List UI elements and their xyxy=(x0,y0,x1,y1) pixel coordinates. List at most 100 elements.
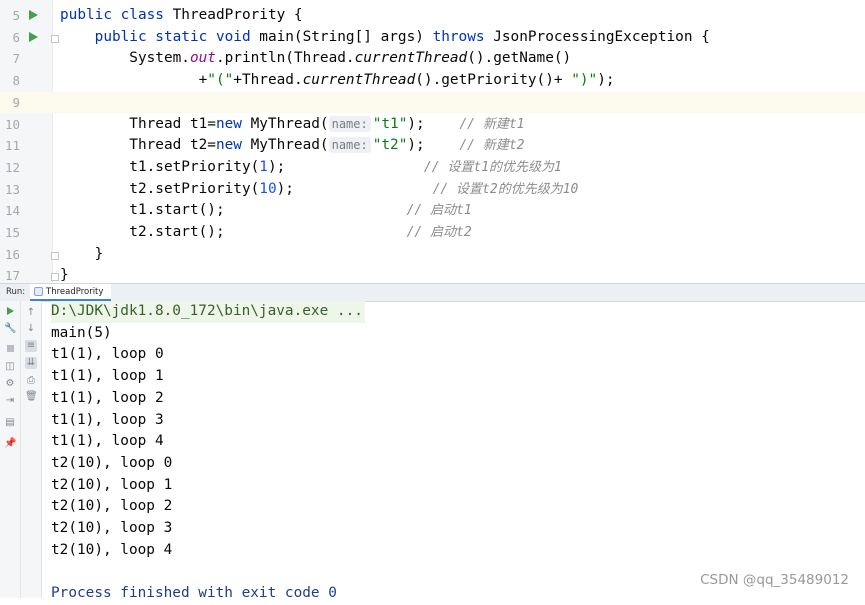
code-line[interactable]: 5 public class ThreadPrority { xyxy=(0,5,865,27)
console-line: t1(1), loop 0 xyxy=(51,346,164,363)
code-line[interactable]: 10 Thread t1=new MyThread(name: "t1"); //… xyxy=(0,114,865,136)
exit-icon[interactable]: ⇥ xyxy=(4,395,16,407)
code-token: ); xyxy=(407,115,460,132)
code-token: public class xyxy=(60,7,173,23)
code-token: } xyxy=(60,267,69,283)
up-arrow-icon[interactable]: ↑ xyxy=(25,307,37,319)
run-toolbar-left: 🔧 ◫ ⚙ ⇥ ▤ 📌 xyxy=(0,301,21,598)
code-token: } xyxy=(60,245,104,262)
stop-icon[interactable] xyxy=(4,344,16,356)
code-token: t1.setPriority( xyxy=(60,158,260,175)
tab-threadprority[interactable]: ThreadPrority xyxy=(30,284,112,301)
code-token: t2.setPriority( xyxy=(60,180,260,197)
line-number: 10 xyxy=(4,116,20,132)
line-number: 7 xyxy=(12,51,20,67)
console-line: t2(10), loop 3 xyxy=(51,520,173,536)
code-token: ); xyxy=(597,72,615,89)
code-token: +Thread. xyxy=(233,72,303,89)
rerun-icon[interactable] xyxy=(4,307,16,319)
code-token: currentThread xyxy=(302,72,416,89)
code-token: MyThread( xyxy=(250,137,329,154)
run-gutter-icon[interactable] xyxy=(29,31,38,42)
code-comment: // 启动t1 xyxy=(406,203,472,219)
code-line[interactable]: 16 } xyxy=(0,244,865,266)
code-text: public static void main(String[] args) t… xyxy=(60,27,710,49)
console-line: t1(1), loop 4 xyxy=(51,433,164,450)
console-line: t1(1), loop 3 xyxy=(51,411,164,428)
line-number: 6 xyxy=(12,29,20,45)
fold-marker-icon[interactable] xyxy=(51,251,59,260)
code-token: t2.start(); xyxy=(60,224,407,240)
console-line: t1(1), loop 2 xyxy=(51,389,164,406)
console-line: main(5) xyxy=(51,324,112,341)
code-text: } xyxy=(60,244,104,266)
code-line[interactable]: 9 xyxy=(0,91,865,114)
dump-threads-icon[interactable]: ⚙ xyxy=(4,378,16,390)
code-line[interactable]: 14 t1.start(); // 启动t1 xyxy=(0,200,865,222)
code-line[interactable]: 7 System.out.println(Thread.currentThrea… xyxy=(0,48,865,70)
code-token: ().getPriority()+ xyxy=(415,72,572,89)
code-line[interactable]: 17} xyxy=(0,265,865,283)
parameter-hint: name: xyxy=(328,137,371,154)
code-token: + xyxy=(60,72,208,89)
code-token: 1 xyxy=(259,158,268,175)
code-editor[interactable]: 5 public class ThreadPrority {6 public st… xyxy=(0,0,865,283)
console-line: t2(10), loop 4 xyxy=(51,541,173,558)
code-line[interactable]: 11 Thread t2=new MyThread(name: "t2"); //… xyxy=(0,135,865,157)
scroll-to-end-icon[interactable]: ⇊ xyxy=(25,357,37,369)
run-label: Run: xyxy=(6,287,26,297)
fold-marker-icon[interactable] xyxy=(51,273,59,282)
code-token: throws xyxy=(432,28,494,45)
run-gutter-icon[interactable] xyxy=(29,10,38,20)
code-token: public static void xyxy=(60,28,260,45)
print-icon[interactable]: ⎙ xyxy=(25,375,37,387)
code-text: t1.start(); // 启动t1 xyxy=(60,200,472,222)
camera-icon[interactable]: ◫ xyxy=(4,361,16,373)
code-token: ); xyxy=(276,180,433,197)
soft-wrap-icon[interactable]: ≡ xyxy=(25,340,37,352)
run-config-icon xyxy=(34,287,43,296)
down-arrow-icon[interactable]: ↓ xyxy=(25,323,37,335)
pin-icon[interactable]: 📌 xyxy=(4,438,16,450)
code-token: Thread t2= xyxy=(60,137,216,154)
code-text: t1.setPriority(1); // 设置t1的优先级为1 xyxy=(60,157,562,179)
code-text: Thread t1=new MyThread(name: "t1"); // 新建… xyxy=(60,114,525,136)
code-line[interactable]: 12 t1.setPriority(1); // 设置t1的优先级为1 xyxy=(0,157,865,179)
line-number: 13 xyxy=(4,181,20,197)
code-text: System.out.println(Thread.currentThread(… xyxy=(60,48,571,70)
process-finished-message: Process finished with exit code 0 xyxy=(51,585,337,601)
wrench-icon[interactable]: 🔧 xyxy=(4,323,16,335)
layout-icon[interactable]: ▤ xyxy=(4,417,16,429)
code-token: t1.start(); xyxy=(60,202,407,219)
code-text: } xyxy=(60,265,69,283)
line-number: 15 xyxy=(4,225,20,240)
code-line[interactable]: 6 public static void main(String[] args)… xyxy=(0,27,865,49)
line-number: 16 xyxy=(4,246,20,262)
watermark: CSDN @qq_35489012 xyxy=(700,572,849,588)
console-command-line[interactable]: D:\JDK\jdk1.8.0_172\bin\java.exe ... xyxy=(51,301,365,323)
code-comment: // 新建t2 xyxy=(459,138,525,154)
code-comment: // 设置t1的优先级为1 xyxy=(423,159,562,175)
console-line: t2(10), loop 1 xyxy=(51,476,173,493)
code-line[interactable]: 13 t2.setPriority(10); // 设置t2的优先级为10 xyxy=(0,179,865,201)
console-output[interactable]: D:\JDK\jdk1.8.0_172\bin\java.exe ... mai… xyxy=(51,301,865,601)
code-text: Thread t2=new MyThread(name: "t2"); // 新建… xyxy=(60,135,525,157)
console-line: t2(10), loop 2 xyxy=(51,498,173,515)
line-number: 11 xyxy=(4,138,20,154)
fold-marker-icon[interactable] xyxy=(51,34,59,43)
code-comment: // 启动t2 xyxy=(406,225,472,240)
code-line[interactable]: 15 t2.start(); // 启动t2 xyxy=(0,222,865,244)
code-text: +"("+Thread.currentThread().getPriority(… xyxy=(60,70,615,92)
trash-icon[interactable]: 🗑 xyxy=(25,391,38,403)
line-number: 9 xyxy=(12,94,20,110)
code-token: main(String[] args) xyxy=(259,28,433,45)
line-number: 5 xyxy=(12,8,20,23)
code-line[interactable]: 8 +"("+Thread.currentThread().getPriorit… xyxy=(0,70,865,92)
code-token: ().getName() xyxy=(467,50,572,67)
code-comment: // 设置t2的优先级为10 xyxy=(432,181,579,197)
code-token: "t2" xyxy=(372,137,408,154)
console-line: t2(10), loop 0 xyxy=(51,454,173,471)
code-token: .println(Thread. xyxy=(215,50,355,67)
code-token: ")" xyxy=(571,72,598,89)
line-number: 14 xyxy=(4,203,20,219)
